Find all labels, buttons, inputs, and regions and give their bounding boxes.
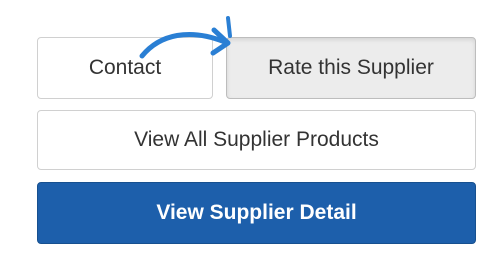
rate-supplier-button-label: Rate this Supplier [268, 56, 434, 79]
view-supplier-detail-button-label: View Supplier Detail [156, 201, 357, 224]
contact-button[interactable]: Contact [37, 37, 213, 99]
view-supplier-detail-button[interactable]: View Supplier Detail [37, 182, 476, 244]
rate-supplier-button[interactable]: Rate this Supplier [226, 37, 476, 99]
contact-button-label: Contact [88, 56, 162, 79]
view-all-products-button[interactable]: View All Supplier Products [37, 110, 476, 170]
view-all-products-button-label: View All Supplier Products [134, 128, 379, 151]
